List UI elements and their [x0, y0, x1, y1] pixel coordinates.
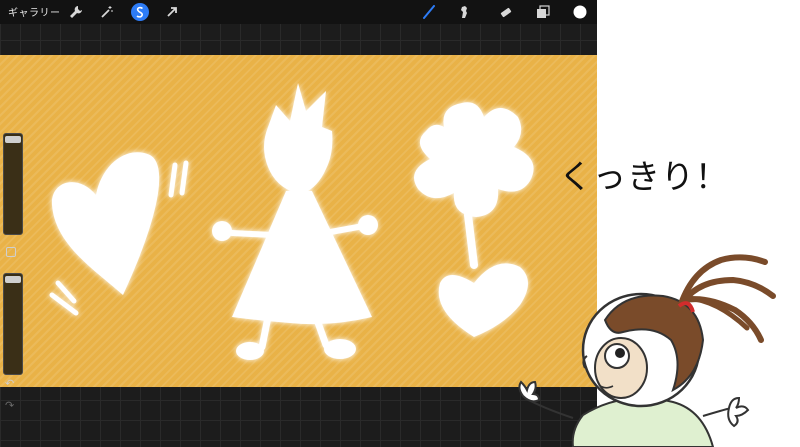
stick-figure-shape	[212, 83, 378, 360]
smudge-icon[interactable]	[455, 3, 473, 21]
redo-button[interactable]: ↷	[5, 399, 14, 412]
heart-shape	[49, 152, 189, 316]
selection-icon[interactable]	[131, 3, 149, 21]
opacity-slider[interactable]	[3, 273, 23, 375]
move-arrow-icon[interactable]	[163, 3, 181, 21]
modify-button[interactable]	[6, 247, 16, 257]
color-swatch[interactable]	[571, 3, 589, 21]
gallery-button[interactable]: ギャラリー	[8, 4, 61, 19]
undo-button[interactable]: ↶	[5, 377, 14, 390]
brush-icon[interactable]	[420, 3, 438, 21]
left-sidebar: ↶ ↷	[0, 133, 23, 425]
cartoon-girl-illustration	[518, 254, 776, 447]
magic-wand-icon[interactable]	[98, 3, 116, 21]
wrench-icon[interactable]	[67, 3, 85, 21]
top-toolbar: ギャラリー	[0, 0, 597, 24]
brush-size-slider[interactable]	[3, 133, 23, 235]
layers-icon[interactable]	[534, 3, 552, 21]
annotation-text: くっきり！	[559, 157, 729, 196]
eraser-icon[interactable]	[497, 3, 515, 21]
